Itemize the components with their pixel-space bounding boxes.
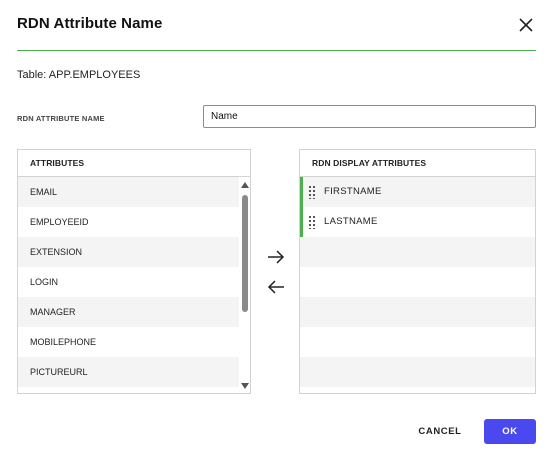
empty-row	[300, 327, 535, 357]
attribute-item-pictureurl[interactable]: PICTUREURL	[18, 357, 239, 387]
table-name: Table: APP.EMPLOYEES	[17, 69, 141, 81]
empty-row	[300, 297, 535, 327]
ok-button[interactable]: OK	[484, 419, 536, 444]
display-item-lastname[interactable]: LASTNAME	[300, 207, 535, 237]
move-left-button[interactable]	[265, 278, 287, 296]
display-item-firstname[interactable]: FIRSTNAME	[300, 177, 535, 207]
attribute-item-extension[interactable]: EXTENSION	[18, 237, 239, 267]
attributes-panel-header: ATTRIBUTES	[18, 150, 250, 177]
attribute-item-employeeid[interactable]: EMPLOYEEID	[18, 207, 239, 237]
dialog-header: RDN Attribute Name	[0, 0, 550, 50]
scroll-thumb[interactable]	[242, 195, 248, 312]
rdn-attribute-name-label: RDN ATTRIBUTE NAME	[17, 114, 105, 123]
attribute-item-mobilephone[interactable]: MOBILEPHONE	[18, 327, 239, 357]
rdn-attribute-name-input[interactable]	[203, 105, 536, 128]
empty-row	[300, 357, 535, 387]
rdn-display-attributes-header: RDN DISPLAY ATTRIBUTES	[300, 150, 535, 177]
empty-row	[300, 267, 535, 297]
drag-handle-icon[interactable]	[309, 186, 317, 199]
attribute-item-manager[interactable]: MANAGER	[18, 297, 239, 327]
rdn-display-attributes-list: FIRSTNAME LASTNAME	[300, 177, 535, 387]
drag-handle-icon[interactable]	[309, 216, 317, 229]
close-button[interactable]	[513, 12, 539, 38]
dialog-title: RDN Attribute Name	[17, 15, 163, 32]
display-item-label: LASTNAME	[324, 216, 378, 227]
cancel-button[interactable]: CANCEL	[412, 420, 468, 444]
display-item-label: FIRSTNAME	[324, 186, 382, 197]
scroll-up-icon[interactable]	[241, 182, 249, 188]
attributes-scrollbar[interactable]	[239, 177, 250, 393]
attribute-item-email[interactable]: EMAIL	[18, 177, 239, 207]
arrow-right-icon	[268, 250, 285, 264]
scroll-down-icon[interactable]	[241, 383, 249, 389]
empty-row	[300, 237, 535, 267]
move-right-button[interactable]	[265, 248, 287, 266]
attribute-item-login[interactable]: LOGIN	[18, 267, 239, 297]
rdn-display-attributes-panel: RDN DISPLAY ATTRIBUTES FIRSTNAME LASTNAM…	[299, 149, 536, 394]
close-icon	[519, 18, 533, 32]
arrow-left-icon	[267, 280, 284, 294]
header-divider	[17, 50, 536, 51]
attributes-list: EMAIL EMPLOYEEID EXTENSION LOGIN MANAGER…	[18, 177, 250, 387]
attributes-panel: ATTRIBUTES EMAIL EMPLOYEEID EXTENSION LO…	[17, 149, 251, 394]
